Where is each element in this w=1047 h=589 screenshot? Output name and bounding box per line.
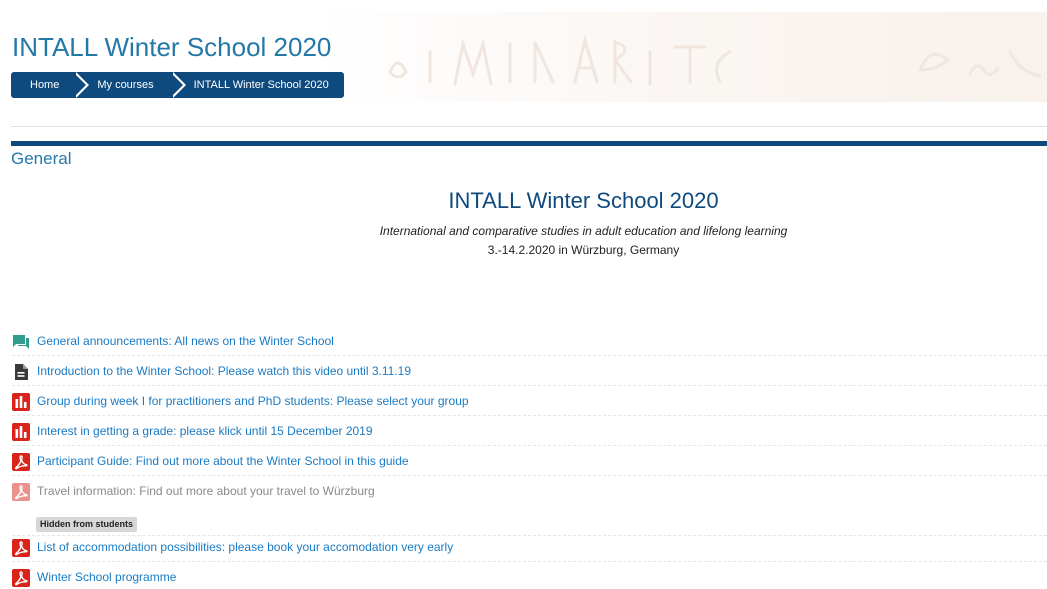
activity-link-participant-guide[interactable]: Participant Guide: Find out more about t… <box>37 454 409 469</box>
breadcrumb-home-label: Home <box>30 79 60 91</box>
choice-icon <box>12 393 30 411</box>
section-divider <box>11 141 1047 146</box>
activity-row: Introduction to the Winter School: Pleas… <box>12 356 1047 386</box>
pdf-icon <box>12 539 30 557</box>
breadcrumb-current-course[interactable]: INTALL Winter School 2020 <box>169 72 344 98</box>
pdf-icon <box>12 569 30 587</box>
page-title: INTALL Winter School 2020 <box>12 32 332 62</box>
breadcrumb-current-label: INTALL Winter School 2020 <box>193 79 329 91</box>
forum-icon <box>12 333 30 351</box>
breadcrumb: Home My courses INTALL Winter School 202… <box>11 72 344 98</box>
activity-link-grade-interest[interactable]: Interest in getting a grade: please klic… <box>37 424 373 439</box>
activity-link-programme[interactable]: Winter School programme <box>37 570 176 585</box>
header-watermark-image <box>388 34 1042 86</box>
course-summary-title: INTALL Winter School 2020 <box>448 188 719 213</box>
pdf-icon <box>12 483 30 501</box>
course-page: INTALL Winter School 2020 Home My course… <box>0 0 1047 589</box>
activity-row: Group during week I for practitioners an… <box>12 386 1047 416</box>
activity-row: Interest in getting a grade: please klic… <box>12 416 1047 446</box>
section-title: General <box>11 149 72 168</box>
activity-link-introduction[interactable]: Introduction to the Winter School: Pleas… <box>37 364 411 379</box>
activity-link-accommodation[interactable]: List of accommodation possibilities: ple… <box>37 540 453 555</box>
course-summary-dates: 3.-14.2.2020 in Würzburg, Germany <box>487 243 680 257</box>
pdf-icon <box>12 453 30 471</box>
breadcrumb-home[interactable]: Home <box>11 72 90 98</box>
activity-link-general-announcements[interactable]: General announcements: All news on the W… <box>37 334 334 349</box>
breadcrumb-chevron-icon <box>169 72 183 98</box>
choice-icon <box>12 423 30 441</box>
course-summary-subtitle: International and comparative studies in… <box>379 224 788 238</box>
page-icon <box>12 363 30 381</box>
activity-link-group-selection[interactable]: Group during week I for practitioners an… <box>37 394 469 409</box>
activity-row: List of accommodation possibilities: ple… <box>12 532 1047 562</box>
activity-link-travel-information[interactable]: Travel information: Find out more about … <box>37 484 375 499</box>
hidden-from-students-badge: Hidden from students <box>36 517 138 532</box>
activity-row: Travel information: Find out more about … <box>12 476 1047 506</box>
activity-row: General announcements: All news on the W… <box>12 326 1047 356</box>
breadcrumb-chevron-icon <box>73 72 87 98</box>
header-divider <box>11 126 1047 127</box>
activity-row: Winter School programme <box>12 562 1047 589</box>
breadcrumb-my-courses-label: My courses <box>97 79 154 91</box>
activity-row: Participant Guide: Find out more about t… <box>12 446 1047 476</box>
